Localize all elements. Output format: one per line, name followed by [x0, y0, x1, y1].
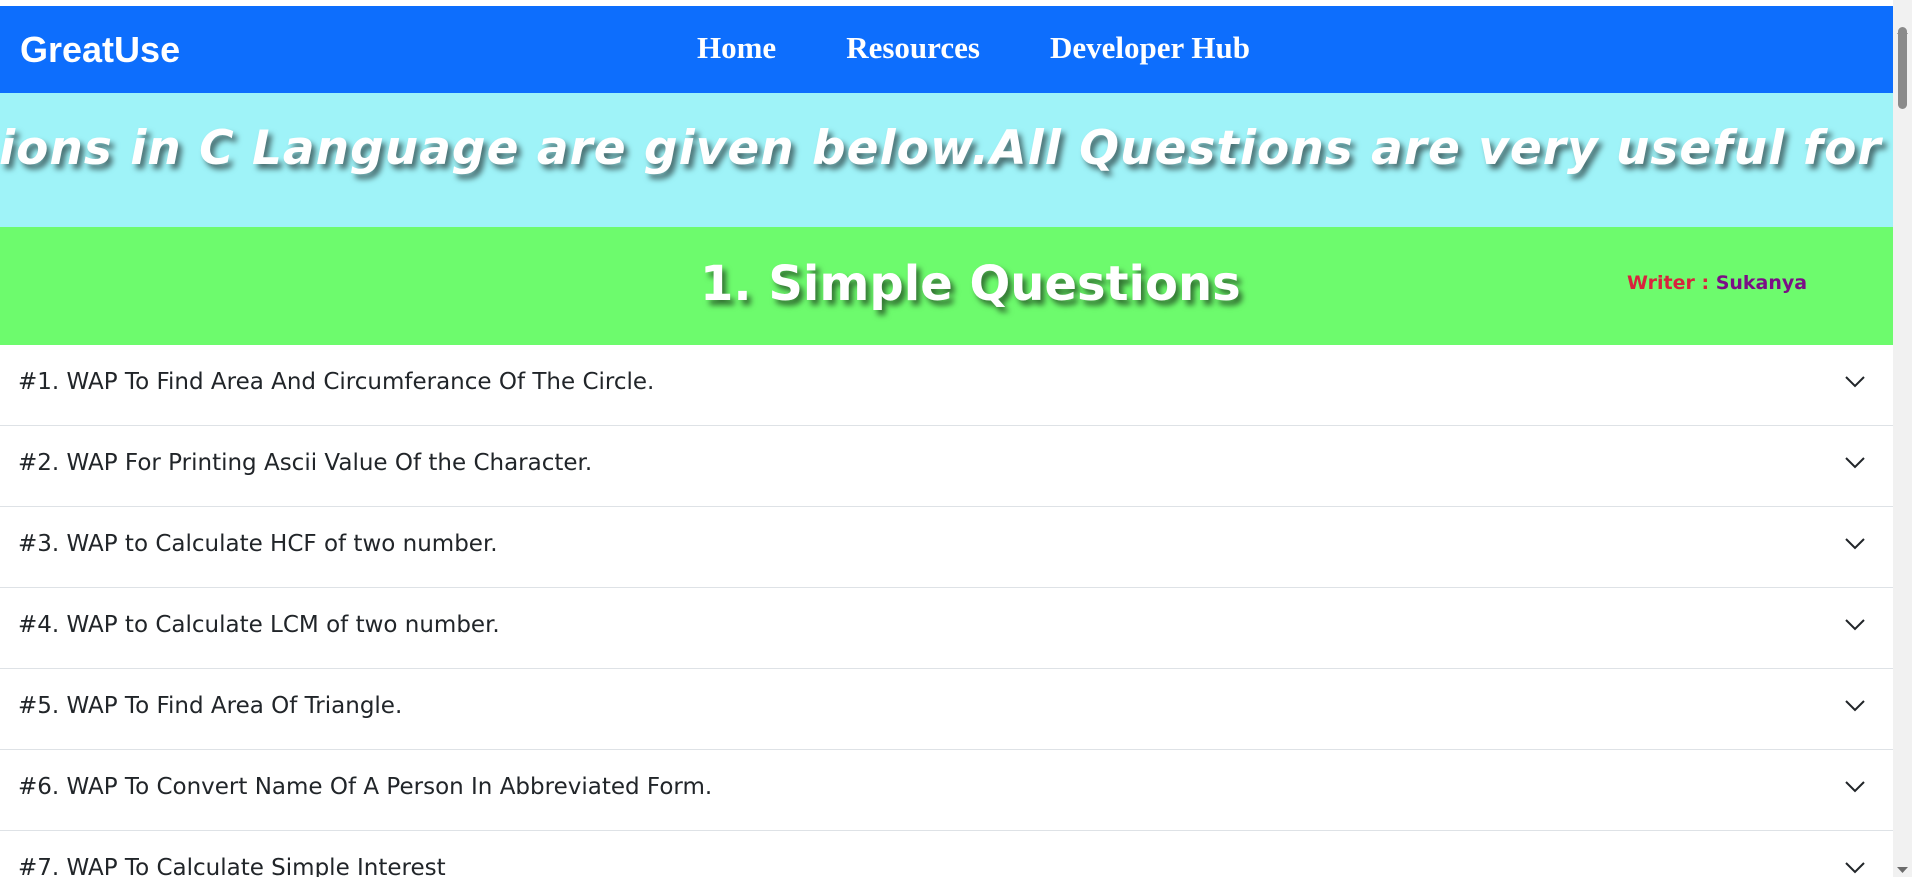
- accordion-item[interactable]: #6. WAP To Convert Name Of A Person In A…: [0, 750, 1893, 831]
- section-title: 1. Simple Questions: [700, 256, 1241, 312]
- accordion-item-label: #5. WAP To Find Area Of Triangle.: [18, 693, 403, 719]
- accordion-item-label: #7. WAP To Calculate Simple Interest: [18, 855, 446, 877]
- accordion-item[interactable]: #1. WAP To Find Area And Circumferance O…: [0, 345, 1893, 426]
- nav-link-developer-hub[interactable]: Developer Hub: [1050, 32, 1250, 63]
- chevron-down-icon: [1845, 619, 1865, 631]
- writer-separator: :: [1694, 272, 1716, 294]
- brand-logo[interactable]: GreatUse: [20, 32, 180, 68]
- scroll-down-arrow-icon[interactable]: [1893, 864, 1912, 876]
- vertical-scrollbar[interactable]: [1893, 0, 1912, 877]
- accordion-item-label: #6. WAP To Convert Name Of A Person In A…: [18, 774, 713, 800]
- nav-link-resources[interactable]: Resources: [846, 32, 980, 63]
- chevron-down-icon: [1845, 781, 1865, 793]
- accordion-item[interactable]: #2. WAP For Printing Ascii Value Of the …: [0, 426, 1893, 507]
- marquee-text: ions in C Language are given below.All Q…: [0, 121, 1893, 176]
- chevron-down-icon: [1845, 376, 1865, 388]
- accordion-item-label: #4. WAP to Calculate LCM of two number.: [18, 612, 500, 638]
- accordion-item-label: #1. WAP To Find Area And Circumferance O…: [18, 369, 655, 395]
- questions-accordion: #1. WAP To Find Area And Circumferance O…: [0, 345, 1893, 877]
- page: GreatUse Home Resources Developer Hub io…: [0, 0, 1912, 877]
- accordion-item[interactable]: #7. WAP To Calculate Simple Interest: [0, 831, 1893, 877]
- chevron-down-icon: [1845, 862, 1865, 874]
- chevron-down-icon: [1845, 457, 1865, 469]
- chevron-down-icon: [1845, 700, 1865, 712]
- navbar: GreatUse Home Resources Developer Hub: [0, 6, 1893, 93]
- accordion-item[interactable]: #4. WAP to Calculate LCM of two number.: [0, 588, 1893, 669]
- accordion-item[interactable]: #3. WAP to Calculate HCF of two number.: [0, 507, 1893, 588]
- nav-links: Home Resources Developer Hub: [697, 32, 1250, 63]
- section-header: 1. Simple Questions Writer : Sukanya: [0, 227, 1893, 345]
- accordion-item[interactable]: #5. WAP To Find Area Of Triangle.: [0, 669, 1893, 750]
- writer-credit: Writer : Sukanya: [1627, 274, 1807, 293]
- nav-link-home[interactable]: Home: [697, 32, 776, 63]
- chevron-down-icon: [1845, 538, 1865, 550]
- accordion-item-label: #2. WAP For Printing Ascii Value Of the …: [18, 450, 593, 476]
- accordion-item-label: #3. WAP to Calculate HCF of two number.: [18, 531, 498, 557]
- writer-label: Writer: [1627, 272, 1695, 294]
- marquee-banner: ions in C Language are given below.All Q…: [0, 93, 1893, 227]
- writer-name: Sukanya: [1715, 272, 1808, 294]
- scroll-thumb[interactable]: [1898, 27, 1907, 109]
